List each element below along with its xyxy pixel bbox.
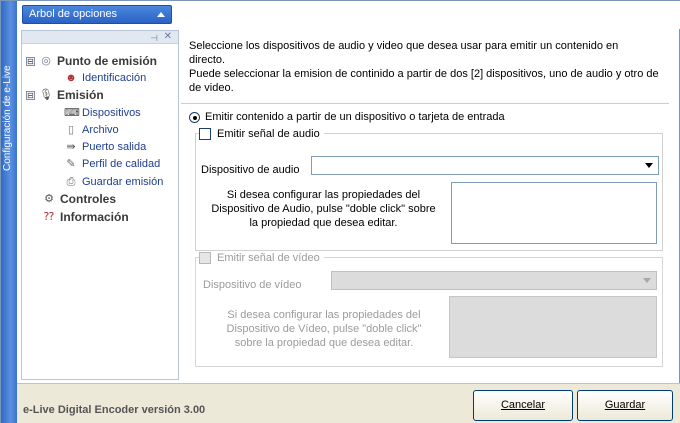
info-icon: ⁇ — [43, 211, 55, 223]
collapse-icon[interactable]: ⊟ — [26, 56, 35, 66]
description-text: Seleccione los dispositivos de audio y v… — [189, 39, 659, 95]
person-icon: ☻ — [65, 72, 77, 84]
file-icon: ▯ — [67, 124, 75, 136]
tree-item-label: Identificación — [82, 72, 147, 84]
config-window: Configuración de e-Live Arbol de opcione… — [0, 0, 680, 423]
video-checkbox-row[interactable]: Emitir señal de vídeo — [199, 252, 324, 264]
description-line: Seleccione los dispositivos de audio y v… — [189, 40, 619, 52]
close-icon[interactable]: ✕ — [164, 31, 172, 42]
description-line: directo. — [189, 54, 226, 66]
tree-item-label: Puerto salida — [82, 141, 147, 153]
description-line: Puede seleccionar la emision de continid… — [189, 68, 659, 80]
save-button-label: Guardar — [604, 399, 646, 411]
audio-checkbox-label: Emitir señal de audio — [217, 128, 320, 140]
audio-device-select[interactable] — [311, 156, 659, 175]
audio-device-label: Dispositivo de audio — [201, 164, 300, 176]
hint-line: Si desea configurar las propiedades del — [226, 189, 421, 201]
tree-item-label: Dispositivos — [82, 107, 141, 119]
tree-item-archivo[interactable]: ▯ Archivo — [64, 123, 119, 137]
tree-item-puerto-salida[interactable]: ⇛ Puerto salida — [64, 140, 146, 154]
video-device-label: Dispositivo de vídeo — [203, 279, 302, 291]
arrow-out-icon: ⇛ — [66, 141, 76, 153]
source-radio[interactable] — [189, 111, 200, 123]
tree-node-informacion[interactable]: ⁇ Información — [42, 210, 129, 224]
tree-node-emision[interactable]: ⊟ 🎙︎ Emisión — [26, 88, 104, 102]
options-tree-dropdown[interactable]: Arbol de opciones — [22, 5, 172, 24]
chevron-down-icon — [643, 278, 651, 283]
hint-line: Dispositivo de Vídeo, pulse "doble click… — [226, 323, 422, 335]
divider — [181, 103, 669, 104]
cancel-button[interactable]: Cancelar — [473, 390, 573, 421]
tree-item-label: Perfil de calidad — [82, 158, 161, 170]
version-text: e-Live Digital Encoder versión 3.00 — [23, 404, 206, 416]
collapse-icon[interactable]: ⊟ — [26, 90, 35, 100]
device-icon: ⌨ — [64, 107, 80, 119]
video-device-select[interactable] — [331, 271, 657, 290]
pin-icon[interactable]: ⊣ — [150, 33, 158, 44]
tree-node-label: Emisión — [57, 88, 104, 102]
chevron-down-icon — [645, 163, 653, 168]
save-icon: ⎙ — [66, 176, 76, 188]
tree-node-label: Punto de emisión — [57, 54, 158, 68]
tree-item-dispositivos[interactable]: ⌨ Dispositivos — [64, 106, 141, 120]
options-tree-panel: ⊣ ✕ ⊟ ◎ Punto de emisión ☻ Identificació… — [21, 30, 179, 380]
cancel-button-label: Cancelar — [500, 399, 546, 411]
vertical-title-bar: Configuración de e-Live — [1, 1, 17, 423]
broadcast-icon: ◎ — [41, 55, 51, 67]
tree-node-controles[interactable]: ⚙ Controles — [42, 192, 116, 206]
options-tree-dropdown-label: Arbol de opciones — [29, 8, 118, 20]
window-title: Configuración de e-Live — [2, 65, 13, 171]
tree-item-perfil-calidad[interactable]: ✎ Perfil de calidad — [64, 157, 160, 171]
hint-line: Si desea configurar las propiedades del — [227, 309, 421, 321]
video-hint: Si desea configurar las propiedades del … — [203, 308, 445, 350]
microphone-icon: 🎙︎ — [39, 89, 53, 101]
chevron-up-icon — [157, 12, 165, 17]
controls-icon: ⚙ — [44, 193, 54, 205]
hint-line: Dispositivo de Audio, pulse "doble click… — [211, 203, 436, 215]
tree-item-guardar-emision[interactable]: ⎙ Guardar emisión — [64, 175, 164, 189]
source-radio-label: Emitir contenido a partir de un disposit… — [205, 111, 505, 123]
tree-item-label: Guardar emisión — [82, 176, 164, 188]
audio-checkbox[interactable] — [199, 128, 211, 140]
description-line: de video. — [189, 82, 234, 94]
footer-bar: e-Live Digital Encoder versión 3.00 Canc… — [17, 383, 680, 423]
tree-item-label: Archivo — [82, 124, 119, 136]
audio-properties-grid[interactable] — [451, 182, 657, 244]
video-checkbox-label: Emitir señal de vídeo — [217, 252, 320, 264]
top-toolbar: Arbol de opciones — [17, 1, 680, 29]
source-radio-row[interactable]: Emitir contenido a partir de un disposit… — [189, 111, 505, 123]
tree-node-label: Controles — [60, 192, 117, 206]
audio-hint: Si desea configurar las propiedades del … — [201, 188, 446, 230]
save-button[interactable]: Guardar — [577, 390, 673, 421]
audio-checkbox-row[interactable]: Emitir señal de audio — [199, 128, 324, 140]
tree-panel-header: ⊣ ✕ — [22, 31, 178, 44]
hint-line: la propiedad que desea editar. — [249, 217, 398, 229]
quality-icon: ✎ — [66, 158, 76, 170]
video-properties-grid[interactable] — [449, 296, 657, 358]
hint-line: sobre la propiedad que desea editar. — [234, 337, 414, 349]
tree-item-identificacion[interactable]: ☻ Identificación — [64, 71, 146, 85]
tree-node-punto-emision[interactable]: ⊟ ◎ Punto de emisión — [26, 54, 157, 68]
tree-node-label: Información — [60, 210, 129, 224]
video-checkbox[interactable] — [199, 252, 211, 264]
